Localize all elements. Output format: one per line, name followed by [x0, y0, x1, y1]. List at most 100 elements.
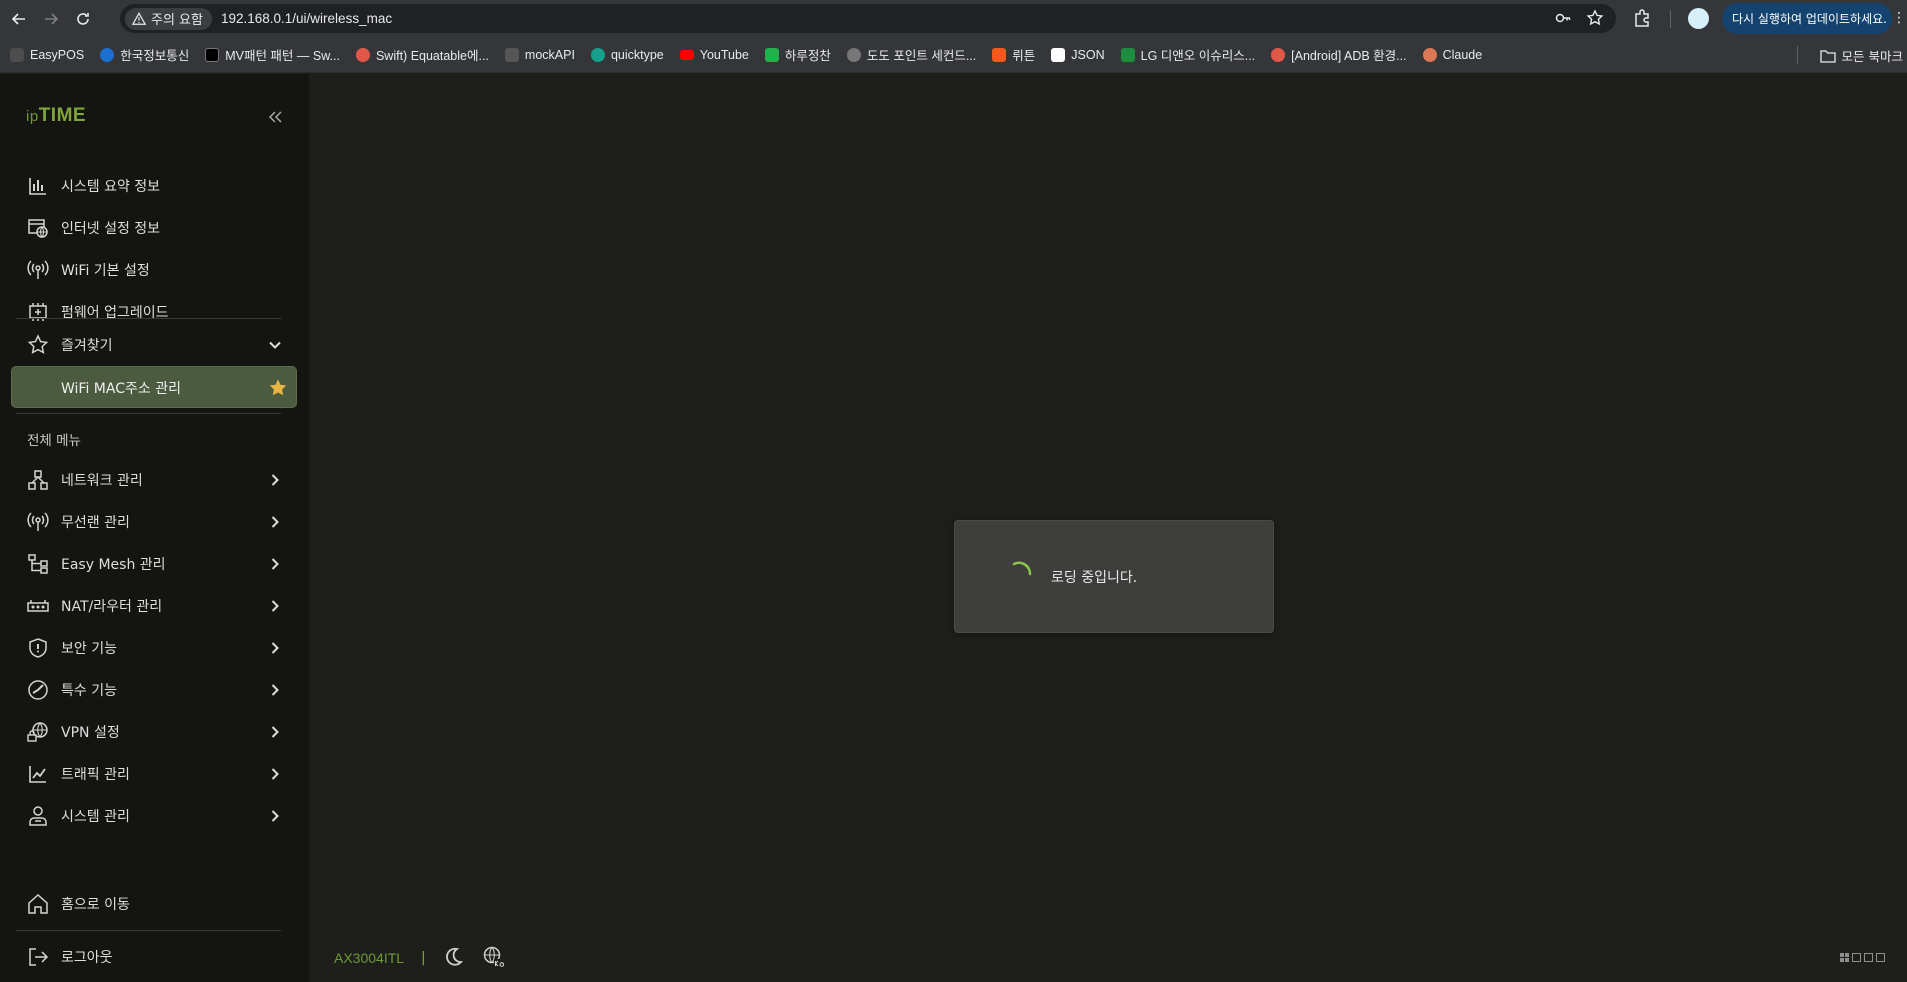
menu-special[interactable]: 특수 기능: [0, 669, 309, 711]
menu-security[interactable]: 보안 기능: [0, 627, 309, 669]
bookmark-item[interactable]: 한국정보통신: [100, 45, 189, 64]
bookmark-favicon-icon: [10, 47, 24, 62]
bookmark-label: Swift) Equatable에...: [375, 49, 489, 63]
chevron-right-icon: [271, 516, 279, 528]
logo-prefix: ip: [26, 108, 39, 125]
url-text[interactable]: 192.168.0.1/ui/wireless_mac: [221, 11, 392, 26]
bookmark-item[interactable]: LG 디앤오 이슈리스...: [1120, 45, 1256, 64]
arrow-left-icon: [11, 12, 25, 25]
bookmark-star-icon[interactable]: [1586, 9, 1604, 27]
menu-label: 무선랜 관리: [61, 515, 130, 531]
chip-icon: [29, 303, 47, 321]
menu-label: 특수 기능: [61, 683, 117, 699]
menu-vpn[interactable]: VPN 설정: [0, 711, 309, 753]
menu-wifi-basic[interactable]: WiFi 기본 설정: [0, 249, 309, 291]
profile-avatar[interactable]: [1688, 8, 1709, 29]
bookmark-item[interactable]: JSON: [1051, 47, 1105, 62]
language-globe-icon[interactable]: [482, 945, 506, 969]
all-bookmarks-button[interactable]: 모든 북마크: [1819, 46, 1903, 65]
bookmark-item[interactable]: YouTube: [679, 48, 749, 62]
spinner-icon: [1012, 561, 1032, 576]
youtube-icon: [679, 49, 694, 60]
bookmark-favicon-icon: [1120, 47, 1135, 62]
browser-toolbar: 주의 요함 192.168.0.1/ui/wireless_mac 다시 실행하…: [0, 0, 1907, 37]
bookmark-label: LG 디앤오 이슈리스...: [1140, 49, 1256, 63]
chevron-down-icon: [269, 341, 281, 349]
extensions-puzzle-icon[interactable]: [1632, 8, 1652, 28]
warning-chip-label: 주의 요함: [151, 13, 203, 28]
bookmark-item[interactable]: mockAPI: [504, 47, 575, 62]
menu-go-home[interactable]: 홈으로 이동: [0, 883, 309, 925]
bookmark-item[interactable]: 뤼튼: [992, 45, 1035, 64]
bookmark-item[interactable]: 하루정찬: [764, 45, 831, 64]
menu-label: 시스템 요약 정보: [61, 179, 161, 195]
bookmark-label: Claude: [1442, 47, 1483, 62]
bookmark-favicon-icon: [1271, 47, 1286, 62]
menu-internet-settings[interactable]: 인터넷 설정 정보: [0, 207, 309, 249]
bookmark-label: mockAPI: [524, 47, 575, 62]
relaunch-update-label: 다시 실행하여 업데이트하세요.: [1732, 12, 1887, 26]
layout-toggle[interactable]: [1840, 953, 1885, 962]
warning-triangle-icon: [132, 11, 146, 25]
layout-dots-icon: [1840, 953, 1849, 962]
layout-square-icon: [1876, 953, 1885, 962]
bookmark-label: [Android] ADB 환경...: [1291, 49, 1407, 63]
loading-message: 로딩 중입니다.: [1051, 570, 1138, 586]
loading-dialog: 로딩 중입니다.: [954, 520, 1274, 633]
bookmark-label: JSON: [1071, 47, 1105, 62]
menu-nat-router[interactable]: NAT/라우터 관리: [0, 585, 309, 627]
folder-icon: [1819, 49, 1836, 63]
collapse-sidebar-icon[interactable]: [266, 108, 284, 126]
bar-chart-icon: [29, 178, 46, 195]
bookmark-item[interactable]: 도도 포인트 세컨드...: [846, 45, 976, 64]
favorite-item-wifi-mac[interactable]: WiFi MAC주소 관리: [11, 366, 297, 408]
menu-label: NAT/라우터 관리: [61, 599, 163, 615]
bookmark-favicon-icon: [504, 47, 519, 62]
bookmark-label: EasyPOS: [30, 47, 85, 62]
globe-window-icon: [28, 219, 48, 238]
bookmark-item[interactable]: quicktype: [590, 47, 664, 62]
key-icon[interactable]: [1554, 9, 1572, 27]
relaunch-update-button[interactable]: 다시 실행하여 업데이트하세요.: [1722, 3, 1892, 34]
star-filled-icon[interactable]: [268, 378, 288, 398]
reload-button[interactable]: [70, 6, 96, 32]
bookmark-label: 뤼튼: [1012, 49, 1036, 63]
menu-favorites[interactable]: 즐겨찾기: [0, 324, 309, 366]
logo-main: TIME: [38, 105, 87, 126]
moon-icon[interactable]: [442, 946, 464, 968]
bookmark-label: 한국정보통신: [120, 49, 190, 63]
favorite-item-label: WiFi MAC주소 관리: [61, 381, 181, 397]
router-icon: [27, 600, 49, 612]
menu-wireless-lan[interactable]: 무선랜 관리: [0, 501, 309, 543]
star-outline-icon: [27, 334, 49, 354]
address-bar[interactable]: 주의 요함 192.168.0.1/ui/wireless_mac: [120, 4, 1616, 33]
chevron-right-icon: [271, 726, 279, 738]
sidebar-divider: [16, 930, 281, 931]
menu-label: WiFi 기본 설정: [61, 263, 150, 279]
menu-logout[interactable]: 로그아웃: [0, 936, 309, 978]
menu-traffic[interactable]: 트래픽 관리: [0, 753, 309, 795]
security-warning-chip[interactable]: 주의 요함: [125, 7, 212, 30]
sidebar-divider: [16, 318, 281, 319]
iptime-logo[interactable]: ipTIME: [26, 105, 86, 127]
back-button[interactable]: [6, 6, 32, 32]
sidebar: ipTIME 시스템 요약 정보 인터넷 설정 정보 WiFi 기본 설정 펌웨…: [0, 74, 309, 982]
all-bookmarks-label: 모든 북마크: [1841, 49, 1903, 64]
menu-easy-mesh[interactable]: Easy Mesh 관리: [0, 543, 309, 585]
bookmark-item[interactable]: EasyPOS: [10, 47, 85, 62]
chevron-right-icon: [271, 558, 279, 570]
bookmark-item[interactable]: [Android] ADB 환경...: [1271, 45, 1407, 64]
browser-menu-icon[interactable]: ⋮: [1892, 9, 1906, 27]
forward-button[interactable]: [38, 6, 64, 32]
bookmark-item[interactable]: MV패턴 패턴 — Sw...: [205, 45, 340, 64]
bookmark-item[interactable]: Swift) Equatable에...: [355, 45, 489, 64]
menu-label: 트래픽 관리: [61, 767, 130, 783]
menu-network[interactable]: 네트워크 관리: [0, 459, 309, 501]
bookmark-favicon-icon: [590, 47, 605, 62]
menu-label: Easy Mesh 관리: [61, 557, 166, 573]
chevron-right-icon: [271, 642, 279, 654]
menu-system-summary[interactable]: 시스템 요약 정보: [0, 165, 309, 207]
admin-user-icon: [29, 806, 47, 826]
menu-system-management[interactable]: 시스템 관리: [0, 795, 309, 837]
bookmark-item[interactable]: Claude: [1422, 47, 1483, 62]
